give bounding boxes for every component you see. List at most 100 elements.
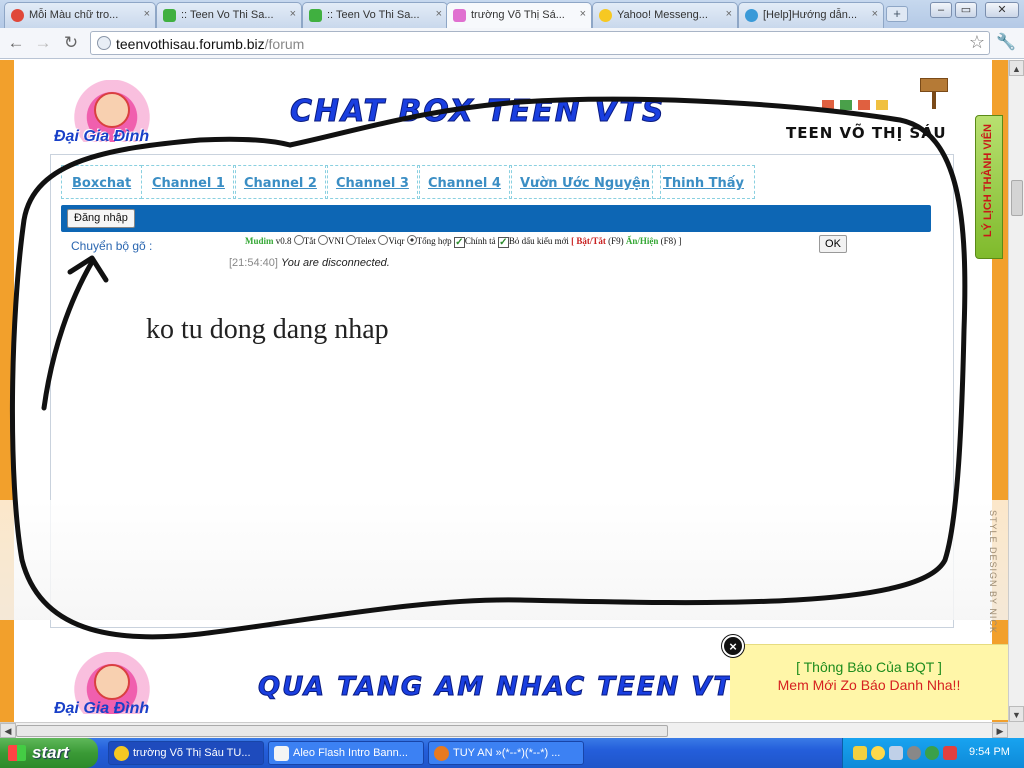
tab-channel-1[interactable]: Channel 1 (141, 165, 236, 199)
chrome-icon (114, 746, 129, 761)
bookmark-star-icon[interactable]: ☆ (969, 32, 985, 53)
close-tab-icon[interactable]: × (144, 8, 150, 20)
browser-toolbar: ← → ↻ teenvothisau.forumb.biz/forum ☆ 🔧 (0, 28, 1024, 59)
photobucket-watermark-band (0, 500, 1008, 620)
address-url[interactable]: teenvothisau.forumb.biz/forum (116, 36, 304, 52)
address-bar[interactable]: teenvothisau.forumb.biz/forum ☆ (90, 31, 990, 55)
style-credit: STYLE DESIGN BY NICK (988, 510, 998, 634)
chat-login-bar: Đăng nhập (61, 205, 931, 232)
windows-taskbar: start trường Võ Thị Sáu TU... Aleo Flash… (0, 738, 1024, 768)
login-button[interactable]: Đăng nhập (67, 209, 135, 228)
security-shield-icon[interactable] (853, 746, 867, 760)
page-viewport: Đại Gia Đình CHAT BOX TEEN VTS TEEN VÕ T… (0, 60, 1008, 722)
update-icon[interactable] (925, 746, 939, 760)
scroll-left-arrow-icon[interactable]: ◀ (0, 723, 16, 738)
new-tab-button[interactable]: + (886, 6, 908, 22)
status-timestamp: [21:54:40] (229, 257, 278, 269)
status-message: You are disconnected. (281, 257, 390, 269)
ime-version: v0.8 (275, 236, 292, 246)
browser-tab-active[interactable]: trường Võ Thị Sá... × (446, 2, 592, 28)
input-method-label: Chuyển bộ gõ : (71, 239, 153, 253)
ime-option-label: VNI (328, 236, 345, 246)
antivirus-icon[interactable] (943, 746, 957, 760)
ime-option-label: Tổng hợp (416, 236, 452, 246)
back-arrow-icon[interactable]: ← (5, 33, 27, 53)
ime-show-hide-label[interactable]: Ẩn/Hiện (626, 236, 659, 246)
tab-channel-4[interactable]: Channel 4 (417, 165, 512, 199)
tab-vuon-uoc-nguyen[interactable]: Vườn Ước Nguyện (509, 165, 662, 199)
messenger-icon[interactable] (871, 746, 885, 760)
tab-boxchat[interactable]: Boxchat (61, 165, 143, 199)
yahoo-smiley-icon (599, 9, 612, 22)
volume-icon[interactable] (907, 746, 921, 760)
scroll-up-arrow-icon[interactable]: ▲ (1009, 60, 1024, 76)
notice-title: [ Thông Báo Của BQT ] (796, 659, 942, 675)
close-tab-icon[interactable]: × (726, 8, 732, 20)
taskbar-item-label: Aleo Flash Intro Bann... (293, 747, 408, 759)
close-window-button[interactable]: ✕ (985, 2, 1019, 18)
spell-check-checkbox[interactable]: ✓ (453, 237, 465, 248)
ime-show-hide-key: (F8) ] (660, 236, 682, 246)
scroll-right-arrow-icon[interactable]: ▶ (992, 723, 1008, 738)
browser-tab-title: trường Võ Thị Sá... (471, 9, 565, 21)
footer-logo[interactable]: Đại Gia Đình (50, 652, 185, 722)
horizontal-scrollbar[interactable]: ◀ ▶ (0, 722, 1008, 738)
close-tab-icon[interactable]: × (436, 8, 442, 20)
browser-tab-title: :: Teen Vo Thi Sa... (327, 9, 420, 21)
avatar-face-icon (94, 664, 130, 700)
ime-radio-auto[interactable] (406, 235, 417, 245)
scroll-down-arrow-icon[interactable]: ▼ (1009, 706, 1024, 722)
ok-button[interactable]: OK (819, 235, 847, 253)
tab-channel-3[interactable]: Channel 3 (325, 165, 420, 199)
browser-tab-title: Yahoo! Messeng... (617, 9, 708, 21)
taskbar-item[interactable]: trường Võ Thị Sáu TU... (108, 741, 264, 765)
browser-tab-title: [Help]Hướng dẫn... (763, 9, 858, 21)
tab-channel-2[interactable]: Channel 2 (233, 165, 328, 199)
member-profile-label: LÝ LỊCH THÀNH VIÊN (982, 124, 994, 238)
maximize-button[interactable]: ▭ (955, 2, 977, 18)
browser-tab[interactable]: :: Teen Vo Thi Sa... × (156, 2, 302, 28)
member-profile-tab[interactable]: LÝ LỊCH THÀNH VIÊN (975, 115, 1003, 259)
vertical-scrollbar[interactable]: ▲ ▼ (1008, 60, 1024, 722)
close-tab-icon[interactable]: × (290, 8, 296, 20)
reload-icon[interactable]: ↻ (60, 33, 82, 53)
new-accent-checkbox[interactable]: ✓ (497, 237, 509, 248)
ime-radio-vni[interactable] (318, 235, 329, 245)
logo-text: Đại Gia Đình (54, 700, 150, 717)
minimize-button[interactable]: – (930, 2, 952, 18)
logo-text: Đại Gia Đình (54, 128, 150, 145)
wrench-menu-icon[interactable]: 🔧 (996, 32, 1016, 52)
admin-notice-popup: × [ Thông Báo Của BQT ] Mem Mới Zo Báo D… (722, 635, 1008, 720)
chatbox-banner-title: CHAT BOX TEEN VTS (290, 94, 666, 130)
windows-logo-icon (8, 745, 26, 761)
url-host: teenvothisau.forumb.biz (116, 36, 265, 52)
notice-body: Mem Mới Zo Báo Danh Nha!! (777, 677, 961, 693)
tab-thinh-thay[interactable]: Thinh Thấy (652, 165, 755, 199)
ime-radio-off[interactable] (293, 235, 304, 245)
start-button[interactable]: start (0, 738, 98, 768)
chat-status-line: [21:54:40] You are disconnected. (229, 257, 390, 269)
close-icon[interactable]: × (722, 635, 744, 657)
vertical-scroll-thumb[interactable] (1011, 180, 1023, 216)
browser-tab[interactable]: :: Teen Vo Thi Sa... × (302, 2, 448, 28)
new-accent-label: Bỏ dấu kiểu mới (508, 236, 569, 246)
ime-brand: Mudim (245, 236, 274, 246)
taskbar-item[interactable]: TUY AN »(*--*)(*--*) ... (428, 741, 584, 765)
taskbar-clock[interactable]: 9:54 PM (969, 746, 1010, 758)
ime-radio-viqr[interactable] (378, 235, 389, 245)
network-icon[interactable] (889, 746, 903, 760)
browser-tab[interactable]: [Help]Hướng dẫn... × (738, 2, 884, 28)
taskbar-item[interactable]: Aleo Flash Intro Bann... (268, 741, 424, 765)
ime-toggle-label[interactable]: [ Bật/Tắt (571, 236, 606, 246)
browser-tab[interactable]: Yahoo! Messeng... × (592, 2, 738, 28)
forward-arrow-icon[interactable]: → (32, 33, 54, 53)
browser-tab[interactable]: Mỗi Màu chữ tro... × (4, 2, 156, 28)
crown-icon (453, 9, 466, 22)
close-tab-icon[interactable]: × (872, 8, 878, 20)
music-banner-title: QUA TANG AM NHAC TEEN VTS (258, 672, 754, 703)
site-logo[interactable]: Đại Gia Đình (50, 80, 185, 152)
ime-radio-telex[interactable] (346, 235, 357, 245)
horizontal-scroll-thumb[interactable] (16, 725, 668, 737)
chrome-red-icon (11, 9, 24, 22)
close-tab-icon[interactable]: × (580, 8, 586, 20)
